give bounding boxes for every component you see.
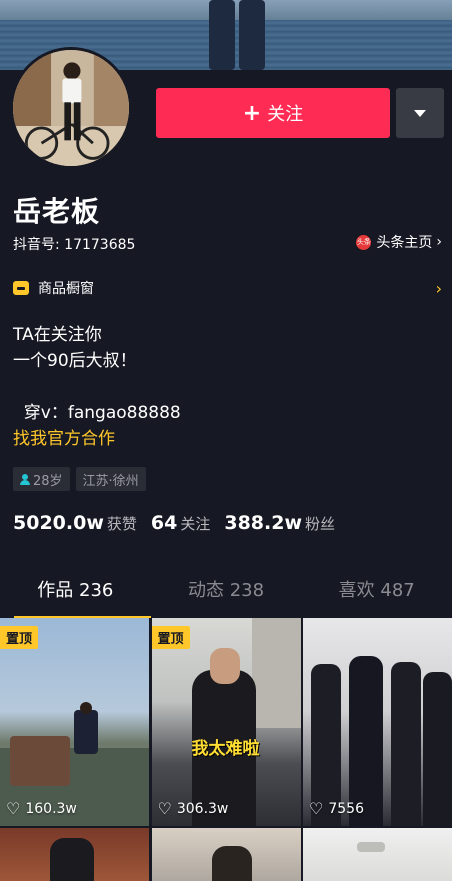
- thumbnail-figure: [209, 648, 240, 684]
- heart-icon: ♡: [6, 799, 21, 818]
- follow-label: 关注: [267, 104, 304, 125]
- chevron-right-icon: ›: [436, 234, 442, 250]
- thumbnail-figure: [423, 672, 452, 826]
- thumbnail-figure: [80, 702, 92, 714]
- pinned-badge: 置顶: [0, 626, 39, 649]
- age-tag: 28岁: [13, 467, 70, 491]
- toutiao-homepage-link[interactable]: 头条 头条主页 ›: [356, 232, 442, 252]
- profile-tags: 28岁 江苏·徐州: [13, 467, 146, 491]
- content-tabs: 作品 236 动态 238 喜欢 487: [0, 568, 452, 618]
- tab-likes[interactable]: 喜欢 487: [301, 568, 452, 618]
- stat-number: 64: [150, 512, 178, 534]
- likes-count: 7556: [328, 800, 364, 817]
- likes-count: 306.3w: [176, 800, 229, 817]
- video-thumbnail[interactable]: [303, 828, 452, 881]
- bio-line: 一个90后大叔！: [13, 351, 137, 371]
- stat-number: 5020.0w: [13, 512, 104, 534]
- thumbnail-figure: [251, 618, 301, 728]
- location-tag: 江苏·徐州: [75, 467, 146, 491]
- douyin-id: 抖音号: 17173685: [13, 237, 136, 253]
- shop-label: 商品橱窗: [38, 281, 94, 297]
- heart-icon: ♡: [157, 799, 172, 818]
- video-likes: ♡ 7556: [309, 799, 364, 818]
- thumbnail-figure: [50, 838, 94, 881]
- video-likes: ♡ 160.3w: [6, 799, 77, 818]
- pinned-badge: 置顶: [151, 626, 190, 649]
- toutiao-label: 头条主页: [376, 235, 433, 251]
- stat-label: 关注: [180, 515, 211, 533]
- stat-likes: 5020.0w 获赞: [13, 512, 137, 534]
- person-icon: [20, 473, 30, 485]
- video-thumbnail[interactable]: 置顶 ♡ 160.3w: [0, 618, 149, 826]
- thumbnail-figure: [391, 662, 421, 826]
- video-grid: 置顶 ♡ 160.3w 置顶 我太难啦 ♡ 306.3w ♡ 7556: [0, 618, 452, 881]
- stat-followers[interactable]: 388.2w 粉丝: [224, 512, 335, 534]
- stat-label: 获赞: [106, 515, 137, 533]
- plus-icon: +: [242, 100, 262, 126]
- bio: TA在关注你 一个90后大叔！ 穿v：fangao88888 找我官方合作: [13, 322, 181, 452]
- video-thumbnail[interactable]: ♡ 7556: [303, 618, 452, 826]
- profile-name: 岳老板: [13, 195, 101, 228]
- video-likes: ♡ 306.3w: [158, 799, 229, 818]
- bio-line: TA在关注你: [13, 325, 102, 345]
- video-thumbnail[interactable]: [0, 828, 149, 881]
- stat-label: 粉丝: [305, 515, 336, 533]
- tab-posts[interactable]: 动态 238: [151, 568, 302, 618]
- stat-number: 388.2w: [224, 512, 303, 534]
- thumbnail-figure: [211, 846, 252, 881]
- video-thumbnail[interactable]: 置顶 我太难啦 ♡ 306.3w: [151, 618, 301, 826]
- likes-count: 160.3w: [25, 800, 77, 817]
- avatar[interactable]: [10, 47, 132, 169]
- more-options-button[interactable]: [396, 88, 444, 138]
- tab-works[interactable]: 作品 236: [0, 568, 151, 618]
- profile-stats: 5020.0w 获赞 64 关注 388.2w 粉丝: [13, 512, 349, 534]
- video-thumbnail[interactable]: [151, 828, 301, 881]
- stat-following[interactable]: 64 关注: [151, 512, 210, 534]
- bio-cooperation-link[interactable]: 找我官方合作: [13, 426, 181, 452]
- avatar-image: [13, 50, 129, 166]
- triangle-down-icon: [414, 109, 426, 117]
- thumbnail-figure: [74, 710, 98, 754]
- thumbnail-figure: [10, 736, 70, 786]
- age-label: 28岁: [33, 473, 63, 489]
- heart-icon: ♡: [309, 799, 324, 818]
- shop-window-link[interactable]: 商品橱窗 ›: [13, 278, 442, 298]
- chevron-right-icon: ›: [435, 278, 442, 298]
- thumbnail-figure: [357, 842, 385, 852]
- bio-line: [13, 374, 181, 400]
- bio-line: 穿v：fangao88888: [13, 403, 181, 423]
- location-label: 江苏·徐州: [82, 473, 139, 489]
- video-overlay-text: 我太难啦: [191, 739, 260, 759]
- banner-figure: [205, 0, 267, 70]
- follow-button[interactable]: + 关注: [156, 88, 390, 138]
- shop-icon: [13, 281, 29, 295]
- toutiao-icon: 头条: [356, 234, 372, 250]
